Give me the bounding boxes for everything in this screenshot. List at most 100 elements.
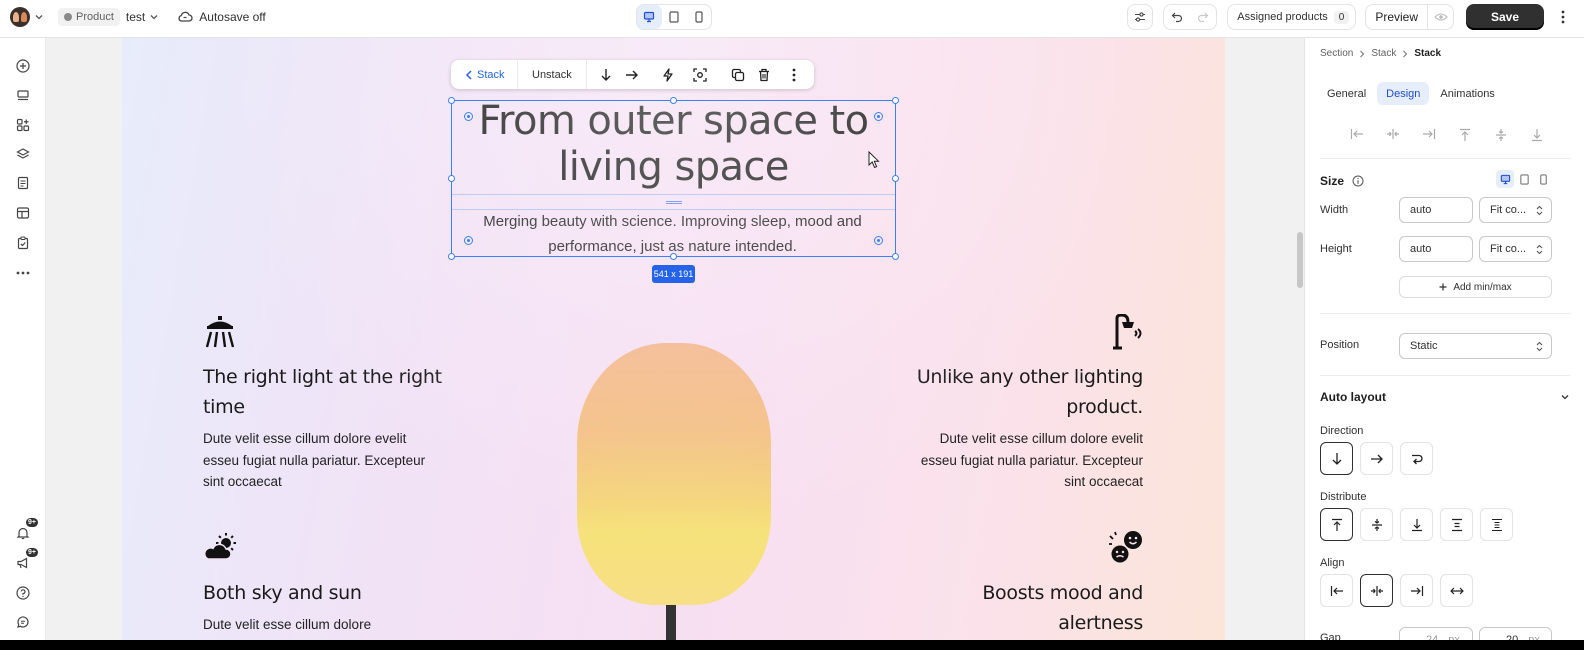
resize-handle-bottom[interactable] [670,253,677,260]
distribute-end-option[interactable] [1400,508,1433,541]
pages-button[interactable] [14,174,32,192]
assigned-products-button[interactable]: Assigned products 0 [1227,4,1357,30]
mobile-view-button[interactable] [686,5,711,29]
resize-handle-bottom-left[interactable] [448,253,455,260]
direction-horizontal-option[interactable] [1360,442,1393,475]
product-image[interactable] [577,343,771,605]
store-logo[interactable] [10,7,30,27]
add-min-max-button[interactable]: Add min/max [1399,276,1552,298]
resize-handle-bottom-right[interactable] [892,253,899,260]
add-element-button[interactable] [14,57,32,75]
align-center-h-button[interactable] [1375,128,1411,142]
duplicate-button[interactable] [725,60,751,89]
feature-title[interactable]: Both sky and sun [203,578,443,608]
notifications-button[interactable]: 9+ [14,518,38,542]
feature-body[interactable]: Dute velit esse cillum dolore evelit ess… [203,428,443,493]
align-end-option[interactable] [1400,574,1433,607]
position-label: Position [1320,339,1360,351]
tablet-icon [1519,173,1529,185]
resize-handle-top-right[interactable] [892,97,899,104]
chat-button[interactable] [14,613,32,631]
select-parent-button[interactable]: Stack [451,69,517,81]
padding-handle[interactable] [464,236,473,245]
save-button[interactable]: Save [1466,4,1544,30]
size-desktop-button[interactable] [1496,170,1514,188]
resize-handle-top[interactable] [670,97,677,104]
feature-title[interactable]: Boosts mood and alertness [903,578,1143,638]
preview-button[interactable]: Preview [1366,10,1427,24]
gap-indicator[interactable] [452,194,895,210]
selection-outline[interactable] [448,97,899,260]
gap-drag-handle[interactable] [666,201,682,204]
autosave-toggle[interactable]: Autosave off [177,10,266,24]
delete-button[interactable] [751,60,777,89]
breadcrumb-item[interactable]: Stack [1371,48,1396,59]
resize-handle-left[interactable] [448,175,455,182]
tab-design[interactable]: Design [1377,82,1430,105]
tab-general[interactable]: General [1318,82,1375,105]
align-right-button[interactable] [1411,128,1447,142]
feature-body[interactable]: Dute velit esse cillum dolore [203,614,443,636]
align-start-option[interactable] [1320,574,1353,607]
position-select[interactable]: Static [1399,333,1552,359]
canvas-scrollbar[interactable] [1297,232,1303,288]
theme-button[interactable] [14,204,32,222]
size-tablet-button[interactable] [1515,170,1533,188]
distribute-center-option[interactable] [1360,508,1393,541]
align-middle-button[interactable] [1483,128,1519,142]
height-input[interactable]: auto [1399,236,1473,262]
width-input[interactable]: auto [1399,197,1473,223]
tablet-view-button[interactable] [662,5,687,29]
checklist-button[interactable] [14,234,32,252]
resize-handle-right[interactable] [892,175,899,182]
chevron-down-icon[interactable] [34,12,44,22]
announcements-button[interactable]: 9+ [14,548,38,572]
direction-vertical-button[interactable] [593,60,619,89]
align-left-button[interactable] [1339,128,1375,142]
element-more-button[interactable] [781,60,807,89]
chevron-down-icon[interactable] [149,12,159,22]
direction-vertical-option[interactable] [1320,442,1353,475]
apps-button[interactable] [14,116,32,134]
feature-body[interactable]: Dute velit esse cillum dolore evelit ess… [903,428,1143,493]
auto-layout-header[interactable]: Auto layout [1320,390,1570,404]
more-tools-button[interactable] [14,264,32,282]
desktop-view-button[interactable] [637,5,662,29]
help-button[interactable] [14,584,32,602]
page-name-dropdown[interactable]: test [126,10,145,24]
padding-handle[interactable] [874,236,883,245]
direction-wrap-option[interactable] [1400,442,1433,475]
direction-horizontal-button[interactable] [619,60,645,89]
sections-button[interactable] [14,86,32,104]
align-center-option[interactable] [1360,574,1393,607]
undo-button[interactable] [1164,5,1190,29]
info-icon[interactable] [1352,175,1364,187]
space-around-icon [1491,518,1502,531]
tab-animations[interactable]: Animations [1431,82,1503,105]
settings-button[interactable] [1127,4,1154,30]
height-mode-select[interactable]: Fit co... [1479,236,1552,262]
mobile-icon [695,11,703,23]
preview-visibility-button[interactable] [1427,5,1453,29]
padding-handle[interactable] [464,112,473,121]
layers-button[interactable] [14,145,32,163]
distribute-space-around-option[interactable] [1480,508,1513,541]
resize-handle-top-left[interactable] [448,97,455,104]
page-preview[interactable]: Stack Unstack From outer space to living… [122,38,1225,640]
padding-handle[interactable] [874,112,883,121]
unstack-button[interactable]: Unstack [518,69,586,81]
more-options-button[interactable] [1548,4,1578,30]
align-bottom-button[interactable] [1519,128,1555,142]
breadcrumb-item[interactable]: Section [1320,48,1353,59]
redo-button[interactable] [1190,5,1216,29]
align-stretch-option[interactable] [1440,574,1473,607]
distribute-space-between-option[interactable] [1440,508,1473,541]
width-mode-select[interactable]: Fit co... [1479,197,1552,223]
interactions-button[interactable] [655,60,681,89]
align-top-button[interactable] [1447,128,1483,142]
distribute-start-option[interactable] [1320,508,1353,541]
feature-title[interactable]: The right light at the right time [203,362,443,422]
size-mobile-button[interactable] [1534,170,1552,188]
feature-title[interactable]: Unlike any other lighting product. [903,362,1143,422]
focus-button[interactable] [687,60,713,89]
